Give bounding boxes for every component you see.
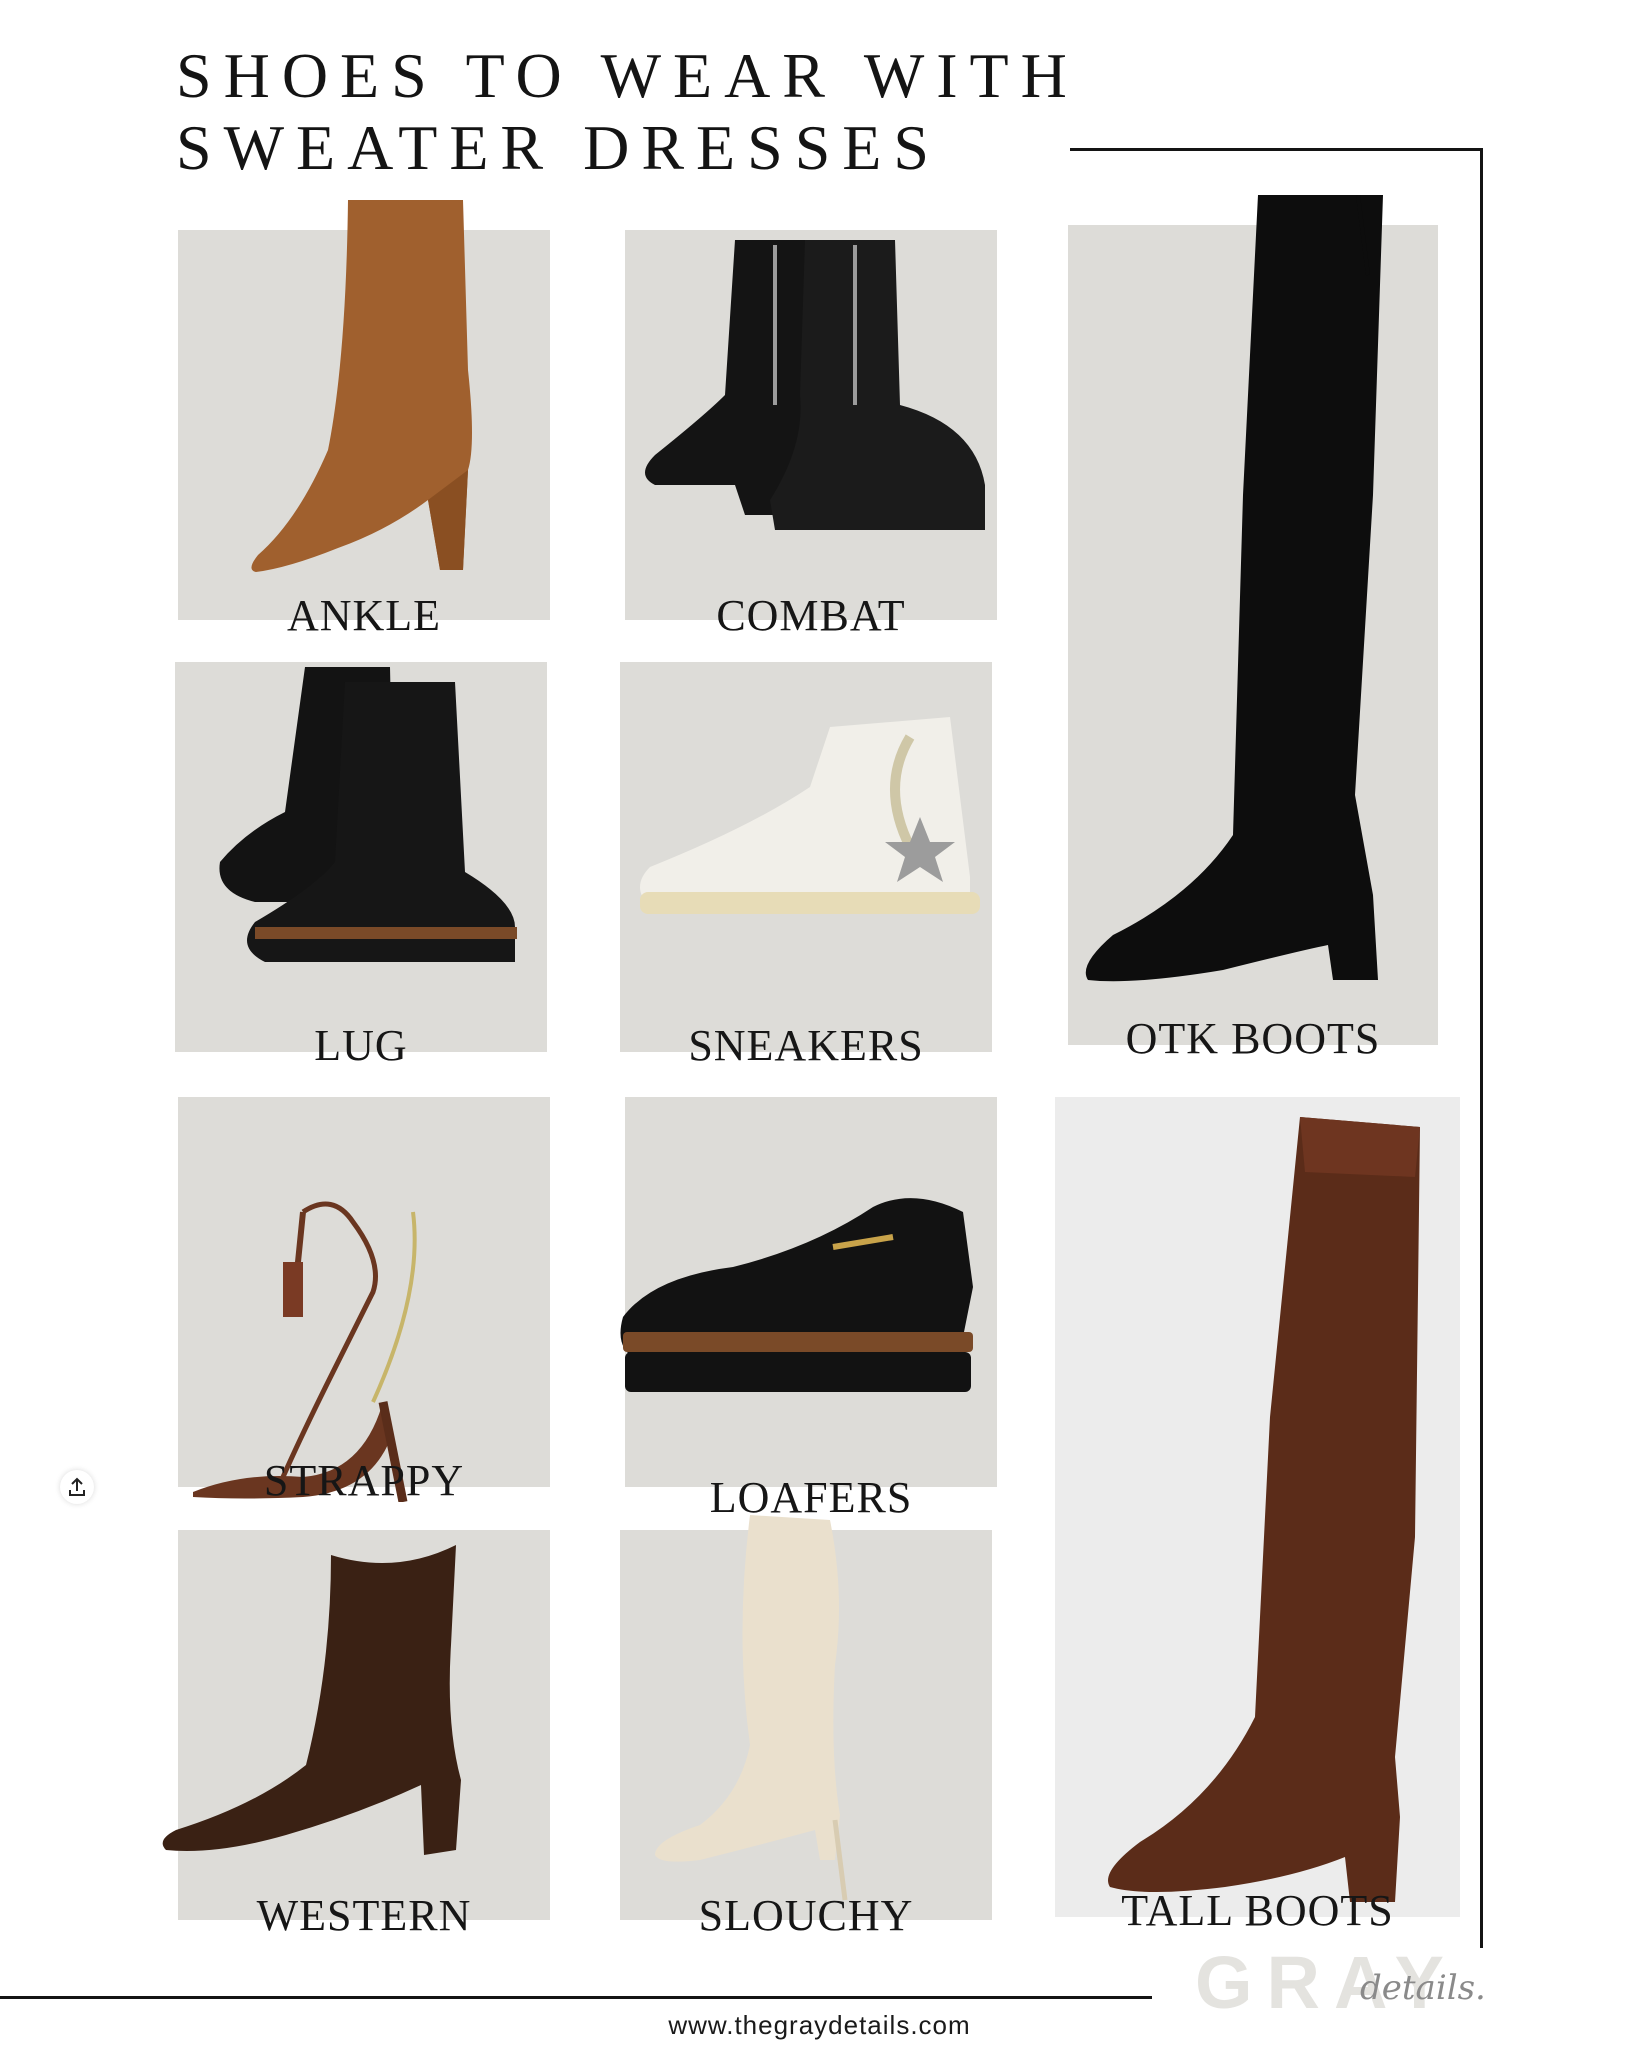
label-lug: LUG	[314, 1021, 408, 1070]
tall-boot-image	[1108, 1117, 1420, 1902]
card-slouchy[interactable]: SLOUCHY	[620, 1515, 992, 1950]
strappy-sandal-image	[193, 1201, 417, 1502]
share-icon	[69, 1477, 85, 1496]
label-combat: COMBAT	[716, 591, 906, 640]
frame-bottom-rule	[0, 1996, 1152, 1999]
card-otk[interactable]: OTK BOOTS	[1068, 195, 1438, 1075]
page-title: SHOES TO WEAR WITH SWEATER DRESSES	[176, 40, 1079, 184]
sneakers-image	[640, 717, 980, 914]
label-western: WESTERN	[256, 1891, 472, 1940]
lug-boots-image	[219, 667, 517, 962]
card-combat[interactable]: COMBAT	[625, 230, 997, 640]
title-line-2: SWEATER DRESSES	[176, 112, 941, 183]
card-strappy[interactable]: STRAPPY	[178, 1097, 550, 1517]
label-slouchy: SLOUCHY	[698, 1891, 914, 1940]
card-ankle[interactable]: ANKLE	[178, 200, 550, 640]
combat-boots-image	[645, 240, 985, 530]
otk-boot-image	[1085, 195, 1383, 982]
brand-script: details.	[1360, 1968, 1486, 2008]
label-sneakers: SNEAKERS	[688, 1021, 924, 1070]
frame-right-rule	[1480, 148, 1483, 1948]
label-tall: TALL BOOTS	[1121, 1886, 1394, 1935]
title-line-1: SHOES TO WEAR WITH	[176, 40, 1079, 111]
ankle-boot-image	[251, 200, 472, 572]
label-otk: OTK BOOTS	[1125, 1014, 1381, 1063]
western-boot-image	[162, 1545, 461, 1855]
frame-top-rule	[1070, 148, 1483, 151]
website-url[interactable]: www.thegraydetails.com	[0, 2010, 1639, 2041]
card-loafers[interactable]: LOAFERS	[620, 1097, 997, 1522]
loafers-image	[620, 1198, 973, 1392]
card-tall[interactable]: TALL BOOTS	[1055, 1097, 1460, 1947]
label-strappy: STRAPPY	[263, 1456, 465, 1505]
card-sneakers[interactable]: SNEAKERS	[620, 662, 992, 1072]
share-button[interactable]	[60, 1470, 94, 1504]
slouchy-boot-image	[655, 1515, 848, 1901]
label-ankle: ANKLE	[286, 591, 442, 640]
card-western[interactable]: WESTERN	[162, 1530, 550, 1950]
card-lug[interactable]: LUG	[175, 662, 547, 1072]
